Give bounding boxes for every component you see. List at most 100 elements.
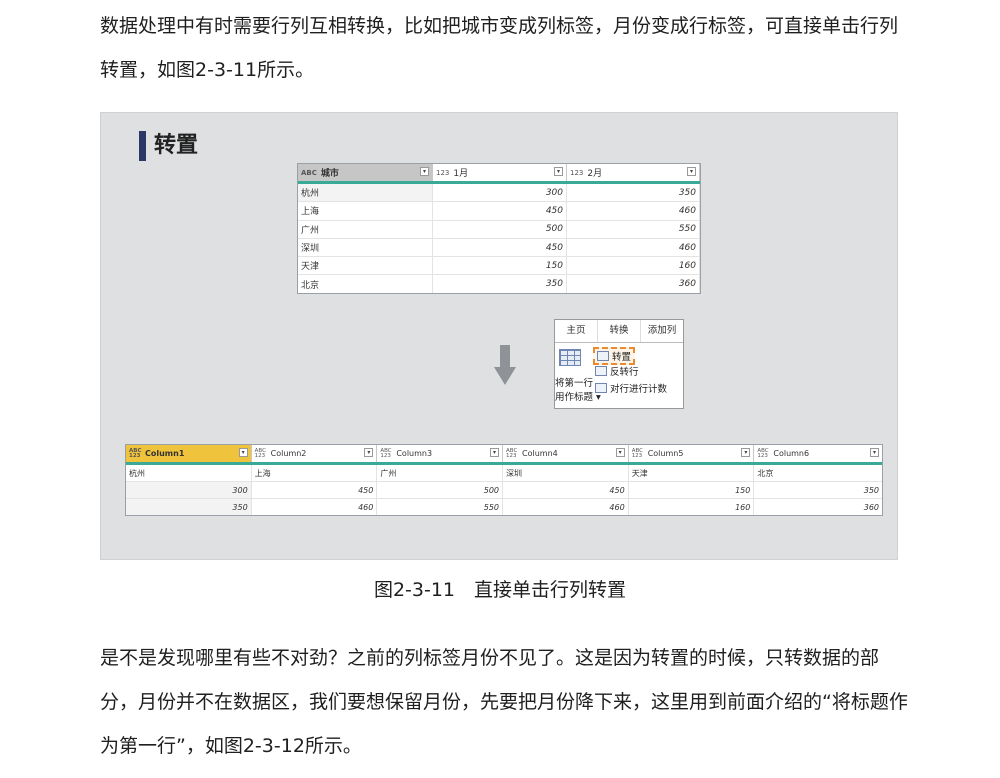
table-cell[interactable]: 深圳 bbox=[298, 238, 433, 257]
table-grid-icon bbox=[559, 349, 581, 366]
button-label-line2: 用作标题 ▾ bbox=[555, 392, 601, 403]
column-header-feb[interactable]: 123 2月 ▾ bbox=[567, 164, 700, 181]
table-cell[interactable]: 150 bbox=[433, 257, 567, 275]
table-cell[interactable]: 广州 bbox=[377, 465, 504, 481]
transform-ribbon: 主页 转换 添加列 将第一行 用作标题 ▾ 转置 反转行 对行进行计数 bbox=[554, 319, 684, 409]
table-cell[interactable]: 350 bbox=[754, 482, 882, 498]
chevron-down-icon[interactable]: ▾ bbox=[687, 167, 696, 176]
chevron-down-icon[interactable]: ▾ bbox=[615, 448, 625, 457]
table-cell[interactable]: 深圳 bbox=[503, 465, 629, 481]
table-cell[interactable]: 北京 bbox=[298, 275, 433, 293]
header-label: Column5 bbox=[647, 449, 684, 458]
table-cell[interactable]: 广州 bbox=[298, 220, 433, 238]
type-icon: 123 bbox=[570, 168, 584, 177]
column-header[interactable]: ABC 123 Column1 ▾ bbox=[126, 445, 252, 462]
tab-home[interactable]: 主页 bbox=[555, 320, 598, 342]
table-row: 北京 350 360 bbox=[298, 275, 700, 293]
header-label: 城市 bbox=[320, 169, 339, 179]
chevron-down-icon[interactable]: ▾ bbox=[364, 448, 374, 457]
column-header-jan[interactable]: 123 1月 ▾ bbox=[433, 164, 567, 181]
transpose-label: 转置 bbox=[612, 352, 632, 363]
table-cell[interactable]: 360 bbox=[754, 499, 882, 515]
chevron-down-icon[interactable]: ▾ bbox=[741, 448, 751, 457]
header-label: Column3 bbox=[396, 449, 433, 458]
header-label: Column6 bbox=[773, 449, 810, 458]
table-row: 广州 500 550 bbox=[298, 220, 700, 239]
column-header[interactable]: ABC 123 Column6 ▾ bbox=[754, 445, 882, 462]
table-cell[interactable]: 500 bbox=[433, 220, 567, 238]
reverse-rows-icon bbox=[595, 366, 607, 376]
table-cell[interactable]: 北京 bbox=[754, 465, 882, 481]
type-icon: ABC 123 bbox=[254, 447, 266, 459]
table-cell[interactable]: 460 bbox=[567, 238, 700, 257]
header-label: 1月 bbox=[453, 169, 469, 179]
table-cell[interactable]: 460 bbox=[567, 202, 700, 220]
table-cell[interactable]: 160 bbox=[567, 257, 700, 275]
button-label-line1: 将第一行 bbox=[555, 378, 594, 389]
table-cell[interactable]: 300 bbox=[433, 184, 567, 202]
column-header[interactable]: ABC 123 Column4 ▾ bbox=[503, 445, 629, 462]
transpose-icon bbox=[597, 351, 609, 361]
column-header[interactable]: ABC 123 Column3 ▾ bbox=[377, 445, 504, 462]
source-table-header: ABC 城市 ▾ 123 1月 ▾ 123 2月 ▾ bbox=[298, 164, 700, 184]
table-cell[interactable]: 360 bbox=[567, 275, 700, 293]
type-icon: ABC 123 bbox=[129, 447, 142, 459]
chevron-down-icon[interactable]: ▾ bbox=[490, 448, 500, 457]
table-cell[interactable]: 300 bbox=[126, 482, 252, 498]
table-row: 350 460 550 460 160 360 bbox=[126, 499, 882, 515]
table-cell[interactable]: 上海 bbox=[252, 465, 378, 481]
table-cell[interactable]: 450 bbox=[503, 482, 629, 498]
transposed-table-header: ABC 123 Column1 ▾ ABC 123 Column2 ▾ ABC … bbox=[126, 445, 882, 465]
source-table: ABC 城市 ▾ 123 1月 ▾ 123 2月 ▾ 杭州 300 350 上海… bbox=[297, 163, 701, 294]
count-rows-label: 对行进行计数 bbox=[610, 384, 668, 395]
table-row: 杭州 300 350 bbox=[298, 184, 700, 203]
use-first-row-as-headers-button[interactable]: 将第一行 用作标题 ▾ bbox=[555, 344, 601, 408]
transposed-table: ABC 123 Column1 ▾ ABC 123 Column2 ▾ ABC … bbox=[125, 444, 883, 516]
table-cell[interactable]: 500 bbox=[377, 482, 504, 498]
reverse-rows-label: 反转行 bbox=[610, 367, 639, 378]
down-arrow-icon bbox=[494, 345, 516, 385]
table-cell[interactable]: 350 bbox=[567, 184, 700, 202]
table-cell[interactable]: 天津 bbox=[629, 465, 755, 481]
table-cell[interactable]: 450 bbox=[433, 202, 567, 220]
table-row: 杭州 上海 广州 深圳 天津 北京 bbox=[126, 465, 882, 482]
table-cell[interactable]: 460 bbox=[503, 499, 629, 515]
table-cell[interactable]: 550 bbox=[567, 220, 700, 238]
table-cell[interactable]: 450 bbox=[433, 238, 567, 257]
table-cell[interactable]: 350 bbox=[433, 275, 567, 293]
type-icon: ABC 123 bbox=[757, 447, 769, 459]
tab-add-column[interactable]: 添加列 bbox=[641, 320, 683, 342]
header-label: Column1 bbox=[145, 449, 185, 458]
table-cell[interactable]: 上海 bbox=[298, 202, 433, 220]
type-icon: ABC 123 bbox=[506, 447, 518, 459]
type-icon: ABC 123 bbox=[631, 447, 643, 459]
table-cell[interactable]: 350 bbox=[126, 499, 252, 515]
table-cell[interactable]: 450 bbox=[252, 482, 378, 498]
table-cell[interactable]: 天津 bbox=[298, 257, 433, 275]
figure-title: 转置 bbox=[139, 131, 198, 161]
header-label: Column2 bbox=[270, 449, 307, 458]
table-cell[interactable]: 550 bbox=[377, 499, 504, 515]
count-rows-button[interactable]: 对行进行计数 bbox=[595, 381, 667, 395]
table-cell[interactable]: 杭州 bbox=[298, 184, 433, 202]
ribbon-tabs: 主页 转换 添加列 bbox=[555, 320, 683, 343]
chevron-down-icon[interactable]: ▾ bbox=[238, 448, 248, 457]
type-icon: ABC bbox=[301, 168, 317, 177]
table-cell[interactable]: 160 bbox=[629, 499, 755, 515]
count-rows-icon bbox=[595, 383, 607, 393]
table-row: 上海 450 460 bbox=[298, 202, 700, 221]
table-cell[interactable]: 460 bbox=[252, 499, 378, 515]
chevron-down-icon[interactable]: ▾ bbox=[554, 167, 563, 176]
transpose-button[interactable]: 转置 bbox=[593, 347, 636, 365]
table-cell[interactable]: 杭州 bbox=[126, 465, 252, 481]
chevron-down-icon[interactable]: ▾ bbox=[420, 167, 429, 176]
type-icon: ABC 123 bbox=[380, 447, 392, 459]
tab-transform[interactable]: 转换 bbox=[598, 320, 641, 342]
table-cell[interactable]: 150 bbox=[629, 482, 755, 498]
reverse-rows-button[interactable]: 反转行 bbox=[595, 364, 639, 378]
header-label: 2月 bbox=[587, 169, 603, 179]
chevron-down-icon[interactable]: ▾ bbox=[870, 448, 880, 457]
column-header[interactable]: ABC 123 Column2 ▾ bbox=[252, 445, 378, 462]
column-header-city[interactable]: ABC 城市 ▾ bbox=[298, 164, 433, 181]
column-header[interactable]: ABC 123 Column5 ▾ bbox=[629, 445, 755, 462]
